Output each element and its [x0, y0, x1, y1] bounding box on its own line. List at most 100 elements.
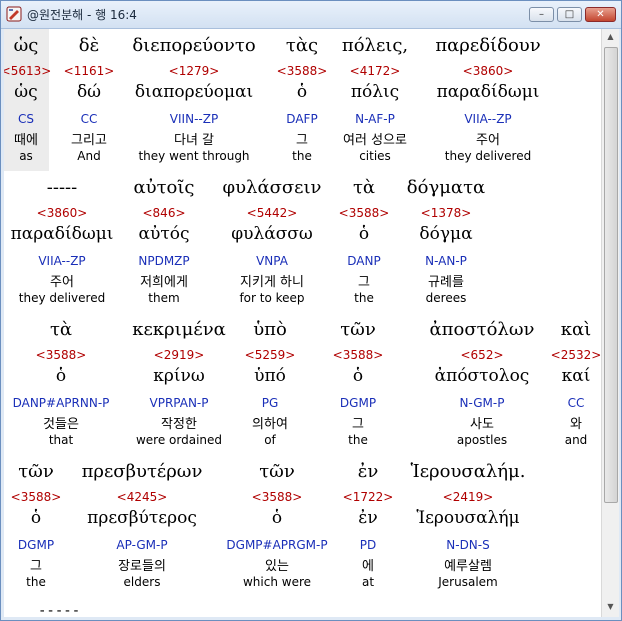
lemma: ὁ [271, 508, 283, 528]
korean-gloss: 규례를 [428, 275, 464, 290]
morphology-code: VIIA--ZP [38, 254, 86, 268]
strongs-number[interactable]: <3588> [277, 64, 328, 78]
strongs-number[interactable]: <2919> [154, 348, 205, 362]
strongs-number[interactable]: <2419> [443, 490, 494, 504]
english-gloss: them [148, 291, 180, 305]
strongs-number[interactable]: <5442> [247, 206, 298, 220]
greek-word: δὲ [78, 35, 100, 56]
morphology-code: N-GM-P [459, 396, 505, 410]
greek-word: ὑπὸ [253, 319, 287, 340]
lemma: παραδίδωμι [436, 82, 540, 102]
english-gloss: elders [123, 575, 161, 589]
korean-gloss: 와 [570, 417, 582, 432]
strongs-number[interactable]: <4172> [350, 64, 401, 78]
strongs-number[interactable]: <1279> [169, 64, 220, 78]
vertical-scrollbar[interactable]: ▲ ▼ [601, 29, 619, 617]
lemma: δώ [76, 82, 102, 102]
english-gloss: derees [425, 291, 467, 305]
greek-word: τῶν [259, 461, 295, 482]
korean-gloss: 작정한 [161, 417, 197, 432]
maximize-button[interactable]: □ [557, 7, 582, 22]
lemma: ἀπόστολος [434, 366, 530, 386]
morphology-code: N-AF-P [355, 112, 395, 126]
morphology-code: CC [567, 396, 585, 410]
english-gloss: the [354, 291, 374, 305]
korean-gloss: 그리고 [71, 133, 107, 148]
morphology-code: CS [18, 112, 34, 126]
greek-word: αὐτοῖς [133, 177, 195, 198]
morphology-code: CC [80, 112, 98, 126]
morphology-code: VPRPAN-P [149, 396, 209, 410]
english-gloss: were ordained [135, 433, 223, 447]
morphology-code: N-AN-P [425, 254, 467, 268]
lemma: ὡς [14, 82, 38, 102]
english-gloss: which were [242, 575, 312, 589]
korean-gloss: 의하여 [252, 417, 288, 432]
english-gloss: they delivered [18, 291, 106, 305]
scroll-up-icon[interactable]: ▲ [603, 29, 618, 45]
interlinear-content: ὡς <5613> ὡς CS 때에 as δὲ <1161> δώ CC 그리… [4, 29, 601, 617]
greek-word: ----- [46, 177, 78, 198]
minimize-button[interactable]: – [529, 7, 554, 22]
close-button[interactable]: ✕ [585, 7, 616, 22]
english-gloss: and [564, 433, 588, 447]
lemma: πρεσβύτερος [87, 508, 197, 528]
lemma: φυλάσσω [231, 224, 313, 244]
greek-word: τῶν [18, 461, 54, 482]
lemma: παραδίδωμι [10, 224, 114, 244]
korean-gloss: 주어 [50, 275, 74, 290]
strongs-number[interactable]: <3588> [339, 206, 390, 220]
minimize-icon: – [539, 9, 544, 20]
korean-gloss: 예루살렘 [444, 559, 492, 574]
lemma: ἐν [358, 508, 378, 528]
strongs-number[interactable]: <652> [460, 348, 503, 362]
korean-gloss: 그 [352, 417, 364, 432]
korean-gloss: 에 [362, 559, 374, 574]
english-gloss: of [264, 433, 276, 447]
korean-gloss: 저희에게 [140, 275, 188, 290]
morphology-code: AP-GM-P [116, 538, 168, 552]
korean-gloss: 그 [30, 559, 42, 574]
morphology-code: PD [359, 538, 377, 552]
strongs-number[interactable]: <1722> [343, 490, 394, 504]
strongs-number[interactable]: <1161> [64, 64, 115, 78]
strongs-number[interactable]: <1378> [421, 206, 472, 220]
lemma: ὁ [352, 366, 364, 386]
morphology-code: VIIA--ZP [464, 112, 512, 126]
greek-word: πόλεις, [341, 35, 409, 56]
english-gloss: as [19, 149, 33, 163]
scroll-down-icon[interactable]: ▼ [603, 599, 618, 615]
strongs-number[interactable]: <5259> [245, 348, 296, 362]
lemma: ὑπό [254, 366, 286, 386]
strongs-number[interactable]: <3588> [333, 348, 384, 362]
scrollbar-thumb[interactable] [604, 47, 618, 503]
english-gloss: they went through [138, 149, 250, 163]
greek-word: πρεσβυτέρων [81, 461, 203, 482]
english-gloss: the [26, 575, 46, 589]
morphology-code: DGMP [339, 396, 377, 410]
english-gloss: the [292, 149, 312, 163]
trailing-placeholder: ----- [38, 603, 81, 617]
strongs-number[interactable]: <3860> [37, 206, 88, 220]
strongs-number[interactable]: <3588> [252, 490, 303, 504]
strongs-number[interactable]: <846> [142, 206, 185, 220]
morphology-code: DANP#APRNN-P [12, 396, 110, 410]
strongs-number[interactable]: <3588> [36, 348, 87, 362]
english-gloss: for to keep [239, 291, 305, 305]
korean-gloss: 지키게 하니 [240, 275, 304, 290]
korean-gloss: 사도 [470, 417, 494, 432]
strongs-number[interactable]: <3588> [11, 490, 62, 504]
strongs-number[interactable]: <2532> [551, 348, 601, 362]
title-bar[interactable]: @원전분해 - 행 16:4 – □ ✕ [1, 1, 621, 29]
strongs-number[interactable]: <4245> [117, 490, 168, 504]
interlinear-window: @원전분해 - 행 16:4 – □ ✕ ὡς <5613> ὡς CS 때에 … [0, 0, 622, 621]
lemma: ὁ [358, 224, 370, 244]
korean-gloss: 장로들의 [118, 559, 166, 574]
greek-word: ὡς [13, 35, 39, 56]
greek-word: τὰ [352, 177, 376, 198]
app-logo-icon [6, 6, 22, 22]
lemma: ὁ [55, 366, 67, 386]
strongs-number[interactable]: <5613> [4, 64, 51, 78]
english-gloss: the [348, 433, 368, 447]
strongs-number[interactable]: <3860> [463, 64, 514, 78]
